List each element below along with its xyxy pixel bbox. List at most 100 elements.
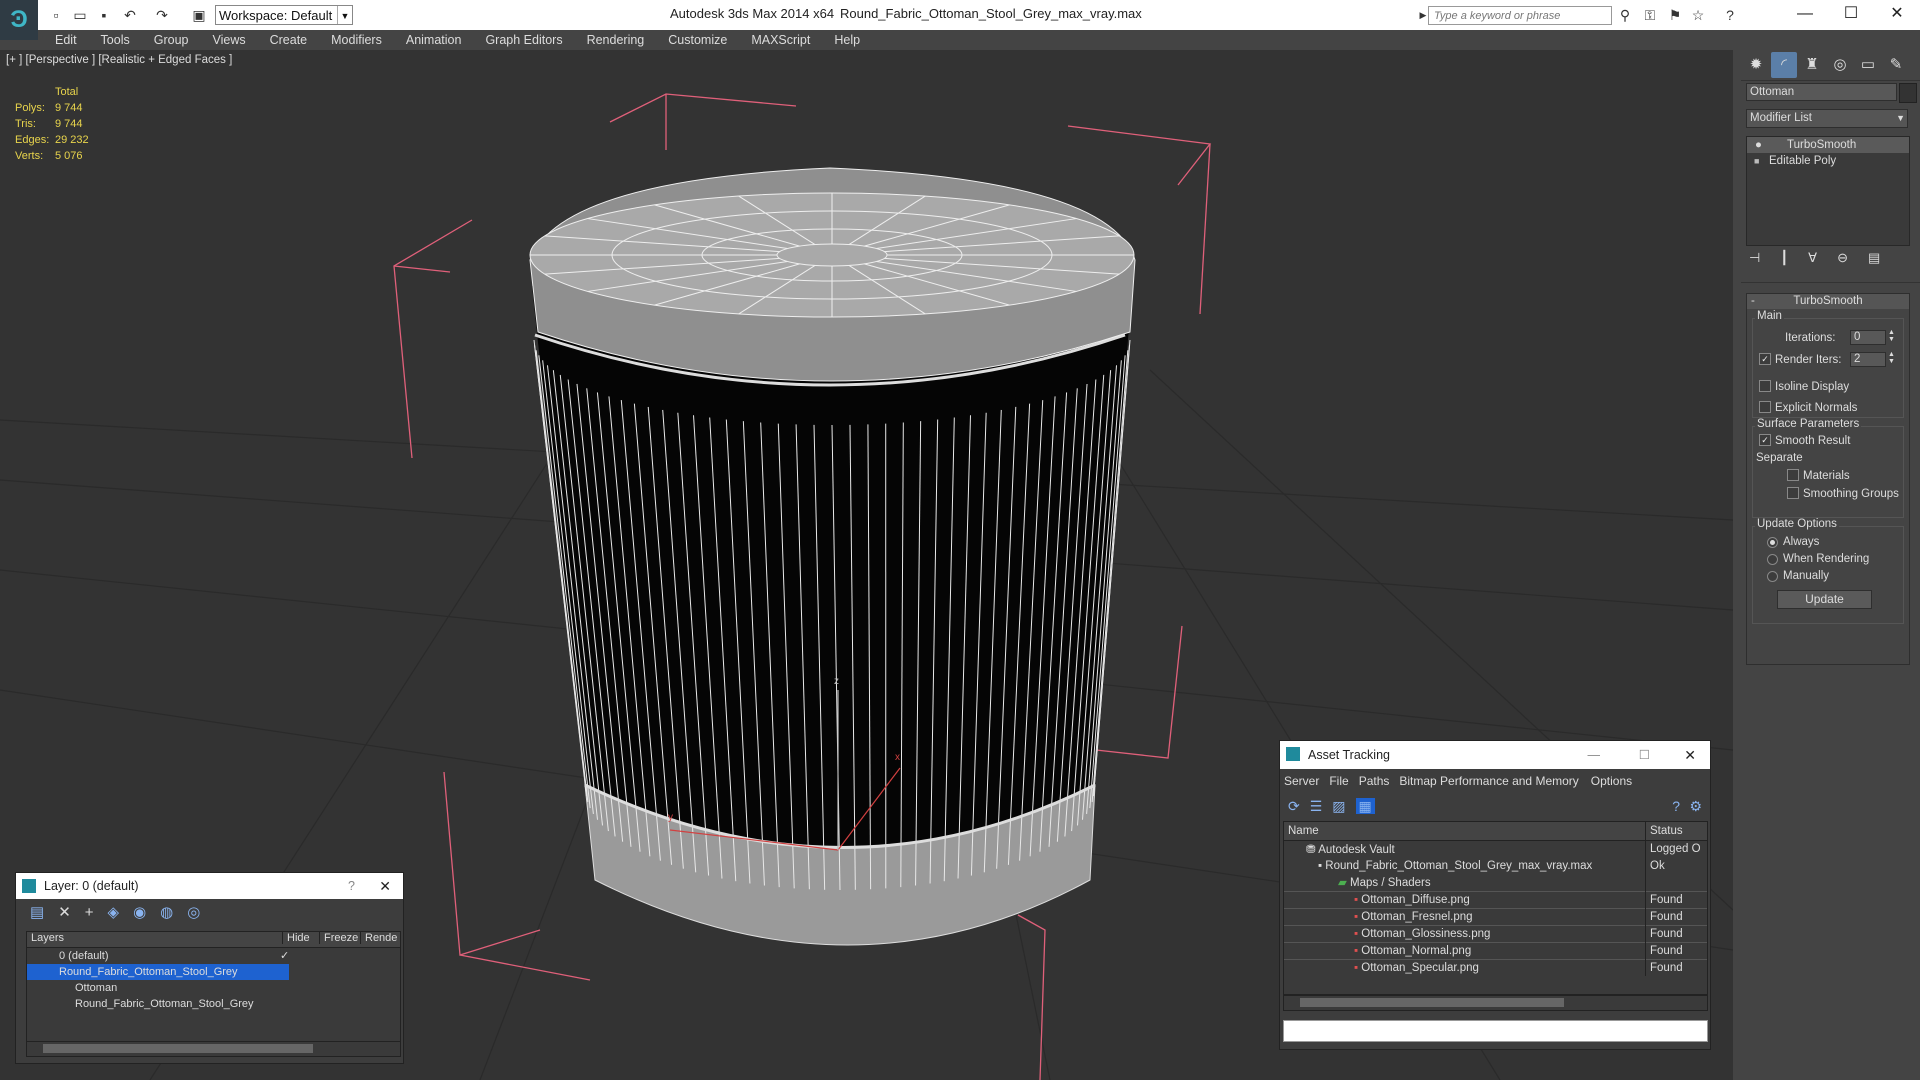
save-file-icon[interactable]: ▪ xyxy=(95,6,113,24)
asset-row[interactable]: ▪ Ottoman_Diffuse.png Found xyxy=(1284,891,1707,908)
favorites-star-icon[interactable]: ☆ xyxy=(1688,6,1708,24)
modify-tab-icon[interactable]: ◜ xyxy=(1771,52,1797,78)
col-freeze[interactable]: Freeze xyxy=(319,932,358,944)
rollout-header[interactable]: - TurboSmooth xyxy=(1747,294,1909,309)
scrollbar-thumb[interactable] xyxy=(43,1044,313,1053)
redo-icon[interactable]: ↷ xyxy=(153,6,171,24)
close-icon[interactable]: ✕ xyxy=(379,873,391,899)
menu-graph-editors[interactable]: Graph Editors xyxy=(473,30,574,50)
asset-row[interactable]: ▪ Ottoman_Specular.png Found xyxy=(1284,959,1707,976)
new-file-icon[interactable]: ▫ xyxy=(47,6,65,24)
asset-row[interactable]: ▪ Ottoman_Glossiness.png Found xyxy=(1284,925,1707,942)
menu-create[interactable]: Create xyxy=(258,30,320,50)
viewport-label[interactable]: [+ ] [Perspective ] [Realistic + Edged F… xyxy=(6,54,232,66)
spinner-arrows-icon[interactable]: ▲ ▼ xyxy=(1888,329,1895,343)
search-input[interactable]: Type a keyword or phrase xyxy=(1428,6,1612,25)
delete-layer-icon[interactable]: ✕ xyxy=(58,904,85,921)
asset-row[interactable]: ⛃ Autodesk Vault Logged O xyxy=(1284,840,1707,857)
menu-tools[interactable]: Tools xyxy=(89,30,142,50)
smooth-result-checkbox[interactable]: ✓ xyxy=(1759,434,1771,446)
pin-stack-icon[interactable]: ⊣ xyxy=(1749,250,1780,265)
asset-row[interactable]: ▪ Round_Fabric_Ottoman_Stool_Grey_max_vr… xyxy=(1284,857,1707,874)
asset-row[interactable]: ▪ Ottoman_Normal.png Found xyxy=(1284,942,1707,959)
asset-menu-paths[interactable]: Paths xyxy=(1359,774,1390,788)
modifier-stack[interactable]: ● TurboSmooth ■ Editable Poly xyxy=(1746,136,1910,246)
freeze-all-icon[interactable]: ◎ xyxy=(187,904,214,921)
communication-icon[interactable]: ⚑ xyxy=(1665,6,1685,24)
col-render[interactable]: Rende xyxy=(360,932,397,944)
object-row[interactable]: Round_Fabric_Ottoman_Stool_Grey xyxy=(27,996,400,1012)
open-file-icon[interactable]: ▭ xyxy=(71,6,89,24)
menu-animation[interactable]: Animation xyxy=(394,30,474,50)
remove-modifier-icon[interactable]: ⊖ xyxy=(1837,250,1868,265)
col-status[interactable]: Status xyxy=(1646,822,1708,840)
isoline-checkbox[interactable] xyxy=(1759,380,1771,392)
horizontal-scrollbar[interactable] xyxy=(26,1041,401,1057)
thumbnail-view-icon[interactable]: ▨ xyxy=(1332,798,1345,814)
create-tab-icon[interactable]: ✹ xyxy=(1743,52,1769,78)
asset-row[interactable]: ▰ Maps / Shaders xyxy=(1284,874,1707,891)
display-tab-icon[interactable]: ▭ xyxy=(1855,52,1881,78)
render-iters-spinner[interactable]: 2 xyxy=(1850,352,1886,367)
layer-row-selected[interactable]: Round_Fabric_Ottoman_Stool_Grey xyxy=(27,964,289,980)
menu-edit[interactable]: Edit xyxy=(38,30,89,50)
subscription-icon[interactable]: ⚿ xyxy=(1640,6,1660,24)
col-layers[interactable]: Layers xyxy=(31,932,64,944)
utilities-tab-icon[interactable]: ✎ xyxy=(1883,52,1909,78)
menu-group[interactable]: Group xyxy=(142,30,201,50)
asset-menu-server[interactable]: Server xyxy=(1284,774,1319,788)
highlight-layer-icon[interactable]: ◉ xyxy=(133,904,160,921)
horizontal-scrollbar[interactable] xyxy=(1283,995,1708,1011)
explicit-normals-checkbox[interactable] xyxy=(1759,401,1771,413)
smoothing-groups-checkbox[interactable] xyxy=(1787,487,1799,499)
close-button[interactable]: ✕ xyxy=(1874,0,1920,30)
minimize-button[interactable]: — xyxy=(1782,0,1828,30)
manually-radio[interactable] xyxy=(1767,571,1778,582)
add-selection-icon[interactable]: + xyxy=(85,904,108,921)
stack-item-editable-poly[interactable]: ■ Editable Poly xyxy=(1747,153,1909,169)
binoculars-icon[interactable]: ⚲ xyxy=(1615,6,1635,24)
asset-table[interactable]: Name Status ⛃ Autodesk Vault Logged O ▪ R… xyxy=(1283,821,1708,995)
list-view-icon[interactable]: ☰ xyxy=(1310,798,1323,814)
asset-menu-file[interactable]: File xyxy=(1329,774,1348,788)
menu-help[interactable]: Help xyxy=(822,30,872,50)
refresh-icon[interactable]: ⟳ xyxy=(1288,798,1300,814)
modifier-list-dropdown[interactable]: Modifier List ▼ xyxy=(1746,109,1908,128)
show-end-result-icon[interactable]: ┃ xyxy=(1780,250,1808,265)
help-icon[interactable]: ? xyxy=(1720,6,1740,24)
maximize-button[interactable]: ☐ xyxy=(1828,0,1874,30)
stack-item-turbosmooth[interactable]: ● TurboSmooth xyxy=(1747,137,1909,153)
when-rendering-radio[interactable] xyxy=(1767,554,1778,565)
asset-tracking-window[interactable]: Asset Tracking — ☐ ✕ Server File Paths Bitm… xyxy=(1279,740,1711,1050)
layer-row[interactable]: 0 (default) ✓ xyxy=(27,948,400,964)
layers-list[interactable]: Layers Hide Freeze Rende 0 (default) ✓ Ro… xyxy=(26,931,401,1043)
make-unique-icon[interactable]: ∀ xyxy=(1808,250,1837,265)
render-iters-checkbox[interactable]: ✓ xyxy=(1759,353,1771,365)
hide-all-icon[interactable]: ◍ xyxy=(160,904,187,921)
close-button[interactable]: ✕ xyxy=(1684,741,1696,769)
col-hide[interactable]: Hide xyxy=(282,932,310,944)
object-row[interactable]: Ottoman xyxy=(27,980,400,996)
help-icon[interactable]: ? xyxy=(348,873,355,899)
select-objects-icon[interactable]: ◈ xyxy=(108,904,134,921)
path-field[interactable] xyxy=(1283,1020,1708,1042)
menu-modifiers[interactable]: Modifiers xyxy=(319,30,394,50)
menu-customize[interactable]: Customize xyxy=(656,30,739,50)
scrollbar-thumb[interactable] xyxy=(1300,998,1564,1007)
always-radio[interactable] xyxy=(1767,537,1778,548)
workspace-dropdown[interactable]: Workspace: Default ▼ xyxy=(215,5,353,25)
new-layer-icon[interactable]: ▤ xyxy=(30,904,58,921)
object-name-field[interactable]: Ottoman xyxy=(1746,83,1897,101)
hierarchy-tab-icon[interactable]: ♜ xyxy=(1799,52,1825,78)
layer-window-titlebar[interactable]: Layer: 0 (default) ? ✕ xyxy=(16,873,403,899)
settings-icon[interactable]: ⚙ xyxy=(1689,793,1702,819)
table-view-icon[interactable]: ▦ xyxy=(1355,798,1375,814)
motion-tab-icon[interactable]: ◎ xyxy=(1827,52,1853,78)
configure-sets-icon[interactable]: ▤ xyxy=(1868,250,1900,265)
menu-rendering[interactable]: Rendering xyxy=(575,30,657,50)
update-button[interactable]: Update xyxy=(1777,590,1872,609)
help-icon[interactable]: ? xyxy=(1672,793,1680,819)
undo-icon[interactable]: ↶ xyxy=(121,6,139,24)
object-color-swatch[interactable] xyxy=(1899,83,1917,103)
light-bulb-icon[interactable]: ● xyxy=(1755,137,1762,153)
